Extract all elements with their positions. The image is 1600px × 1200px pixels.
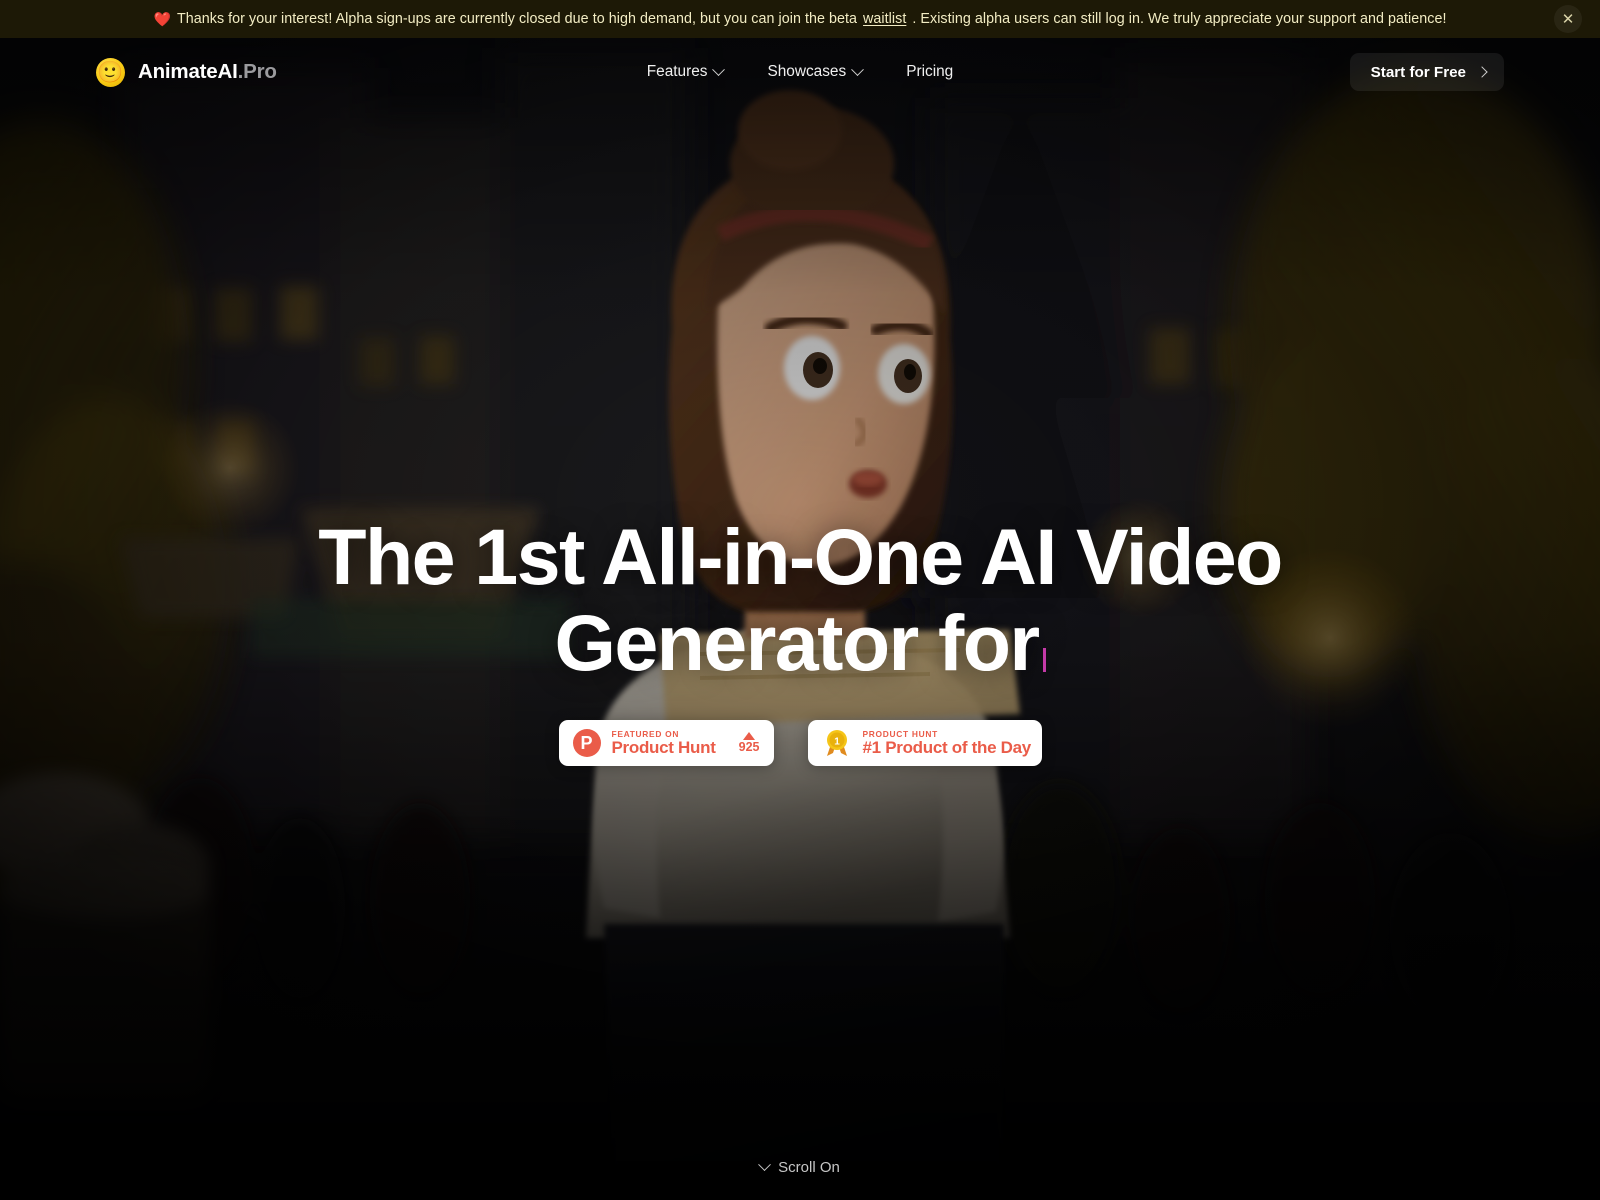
badge-kicker: FEATURED ON [611,728,680,739]
site-header: 🙂 AnimateAI.Pro Features Showcases Prici… [0,38,1600,106]
scroll-on-label: Scroll On [778,1159,840,1176]
chevron-down-icon [712,62,726,76]
triangle-up-icon [743,732,756,741]
chevron-down-icon [851,62,865,76]
page-title: The 1st All-in-One AI Video Generator fo… [175,512,1425,688]
chevron-down-icon [758,1158,772,1172]
typing-caret [1042,648,1046,673]
announcement-text-after: . Existing alpha users can still log in.… [912,11,1447,27]
announcement-banner: ❤️ Thanks for your interest! Alpha sign-… [0,0,1600,38]
product-of-the-day-badge[interactable]: 1 PRODUCT HUNT #1 Product of the Day [807,720,1042,767]
scroll-on-button[interactable]: Scroll On [0,1158,1600,1176]
headline-line-1: The 1st All-in-One AI Video Generator [318,512,1283,688]
product-hunt-logo-icon: P [572,729,601,758]
nav-item-label: Features [646,63,708,80]
waitlist-link[interactable]: waitlist [863,11,906,27]
nav-item-label: Showcases [767,63,847,80]
award-badges: P FEATURED ON Product Hunt 925 1 PRODUCT… [558,720,1042,767]
start-for-free-button[interactable]: Start for Free [1349,53,1504,91]
heart-icon: ❤️ [153,11,171,27]
hero-section: The 1st All-in-One AI Video Generator fo… [0,106,1600,1200]
gold-medal-icon: 1 [822,728,852,758]
announcement-text-before: Thanks for your interest! Alpha sign-ups… [176,11,858,27]
svg-text:1: 1 [834,737,840,748]
nav-item-features[interactable]: Features [645,59,726,85]
start-for-free-label: Start for Free [1370,63,1466,81]
close-icon[interactable]: ✕ [1554,5,1582,33]
badge-kicker: PRODUCT HUNT [862,728,938,739]
headline-typed-text: for [938,598,1040,688]
nav-item-showcases[interactable]: Showcases [765,59,865,85]
badge-title: #1 Product of the Day [862,738,1032,757]
badge-title: Product Hunt [611,738,716,757]
upvote-group[interactable]: 925 [739,732,760,754]
landing-page: ❤️ Thanks for your interest! Alpha sign-… [0,0,1600,1200]
product-hunt-featured-badge[interactable]: P FEATURED ON Product Hunt 925 [558,720,774,767]
nav-item-label: Pricing [906,63,954,80]
nav-item-pricing[interactable]: Pricing [904,59,955,85]
chevron-right-icon [1476,66,1488,78]
upvote-count: 925 [738,740,760,755]
headline-line-2: for [938,598,1046,687]
announcement-text: ❤️ Thanks for your interest! Alpha sign-… [153,11,1446,27]
